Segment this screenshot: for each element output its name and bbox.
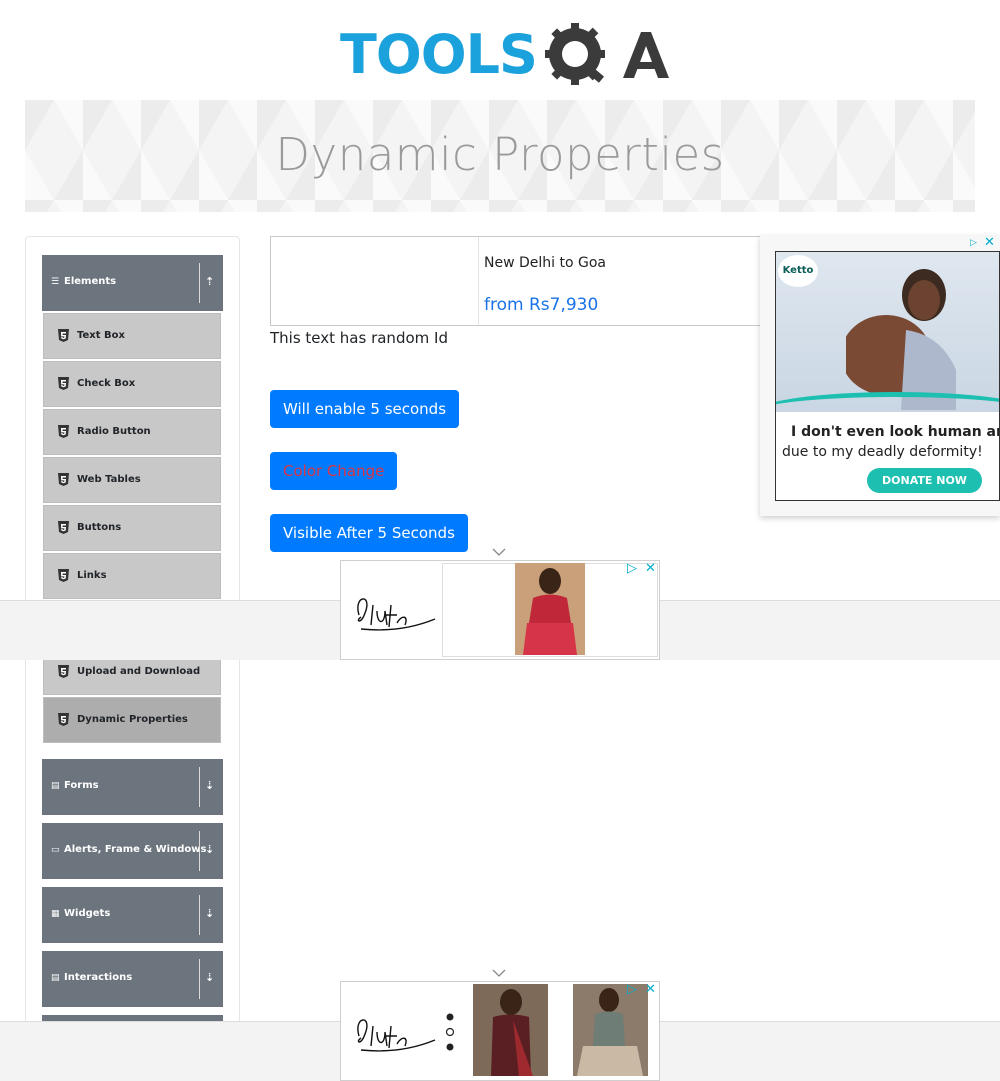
close-icon[interactable]: ✕ bbox=[984, 236, 998, 250]
flight-price: from Rs7,930 bbox=[484, 295, 599, 315]
ad-model-image bbox=[515, 563, 585, 655]
sidebar-item-links[interactable]: Links bbox=[43, 553, 221, 599]
expand-arrow-icon: ⇣ bbox=[205, 779, 215, 792]
expand-arrow-icon: ⇣ bbox=[205, 971, 215, 984]
sidebar-group-forms[interactable]: ▤ Forms ⇣ bbox=[42, 759, 223, 815]
adchoices-icon[interactable]: ▷ bbox=[627, 982, 637, 997]
ketto-logo: Ketto bbox=[778, 255, 818, 287]
ad-subheadline: due to my deadly deformity! bbox=[782, 444, 983, 460]
brand-signature-logo bbox=[357, 1019, 436, 1052]
ad-creative[interactable]: Ketto I don't even look human an due to … bbox=[775, 251, 1000, 501]
html5-icon bbox=[58, 425, 69, 438]
color-change-button[interactable]: Color Change bbox=[270, 452, 398, 490]
sidebar-item-label: Radio Button bbox=[77, 426, 151, 437]
carousel-dots-icon[interactable] bbox=[443, 1012, 457, 1052]
sidebar-item-web-tables[interactable]: Web Tables bbox=[43, 457, 221, 503]
sidebar-item-label: Text Box bbox=[77, 330, 125, 341]
random-id-text: This text has random Id bbox=[270, 329, 448, 347]
sticky-ad[interactable]: ▷ ✕ bbox=[340, 560, 660, 660]
sidebar-item-label: Buttons bbox=[77, 522, 122, 533]
ad-model-image bbox=[573, 984, 648, 1076]
flight-ad[interactable]: New Delhi to Goa from Rs7,930 bbox=[270, 236, 770, 326]
sidebar-item-buttons[interactable]: Buttons bbox=[43, 505, 221, 551]
toolsqa-logo[interactable]: TOOLS bbox=[340, 20, 670, 92]
html5-icon bbox=[58, 665, 69, 678]
ad-headline: I don't even look human an bbox=[791, 424, 1000, 440]
logo-gear-qa bbox=[545, 23, 669, 85]
ad-model-image bbox=[473, 984, 548, 1076]
sidebar-group-label: Alerts, Frame & Windows bbox=[64, 844, 207, 855]
sidebar-item-label: Dynamic Properties bbox=[77, 714, 188, 725]
enable-after-button[interactable]: Will enable 5 seconds bbox=[270, 390, 460, 428]
expand-arrow-icon: ⇣ bbox=[205, 907, 215, 920]
sidebar-item-text-box[interactable]: Text Box bbox=[43, 313, 221, 359]
window-icon: ▭ bbox=[51, 845, 60, 855]
close-icon[interactable]: ✕ bbox=[645, 982, 656, 997]
sidebar-item-dynamic-properties[interactable]: Dynamic Properties bbox=[43, 697, 221, 743]
collapse-arrow-icon: ⇡ bbox=[205, 275, 215, 288]
flight-route: New Delhi to Goa bbox=[484, 255, 606, 271]
sidebar-group-label: Interactions bbox=[64, 972, 133, 983]
page-title: Dynamic Properties bbox=[275, 128, 725, 181]
sidebar-item-label: Check Box bbox=[77, 378, 136, 389]
visible-after-button[interactable]: Visible After 5 Seconds bbox=[270, 514, 468, 552]
sidebar-group-label: Forms bbox=[64, 780, 99, 791]
sidebar-group-widgets[interactable]: ▦ Widgets ⇣ bbox=[42, 887, 223, 943]
ad-person-image bbox=[846, 269, 956, 410]
html5-icon bbox=[58, 569, 69, 582]
sidebar-item-label: Upload and Download bbox=[77, 666, 201, 677]
sidebar-item-check-box[interactable]: Check Box bbox=[43, 361, 221, 407]
sidebar-item-label: Links bbox=[77, 570, 107, 581]
close-icon[interactable]: ✕ bbox=[645, 561, 656, 576]
html5-icon bbox=[58, 521, 69, 534]
sticky-ad[interactable]: ▷ ✕ bbox=[340, 981, 660, 1081]
page-banner: Dynamic Properties bbox=[25, 100, 975, 212]
adchoices-icon[interactable]: ▷ bbox=[970, 238, 982, 250]
logo-text: TOOLS bbox=[340, 23, 538, 86]
list-icon: ▤ bbox=[51, 973, 60, 983]
brand-signature-logo bbox=[357, 598, 436, 631]
sidebar-group-label: Elements bbox=[64, 276, 117, 287]
sidebar-group-label: Widgets bbox=[64, 908, 111, 919]
chevron-down-icon[interactable] bbox=[492, 548, 506, 556]
right-ad[interactable]: Ketto I don't even look human an due to … bbox=[760, 236, 1000, 516]
sidebar-item-radio-button[interactable]: Radio Button bbox=[43, 409, 221, 455]
html5-icon bbox=[58, 713, 69, 726]
expand-arrow-icon: ⇣ bbox=[205, 843, 215, 856]
sidebar-group-interactions[interactable]: ▤ Interactions ⇣ bbox=[42, 951, 223, 1007]
html5-icon bbox=[58, 329, 69, 342]
sidebar-group-alerts[interactable]: ▭ Alerts, Frame & Windows ⇣ bbox=[42, 823, 223, 879]
html5-icon bbox=[58, 473, 69, 486]
grid-icon: ▦ bbox=[51, 909, 60, 919]
sidebar-group-elements[interactable]: ☰ Elements ⇡ bbox=[42, 255, 223, 311]
form-icon: ▤ bbox=[51, 781, 60, 791]
adchoices-icon[interactable]: ▷ bbox=[627, 561, 637, 576]
hamburger-icon: ☰ bbox=[51, 277, 60, 287]
chevron-down-icon[interactable] bbox=[492, 969, 506, 977]
sidebar-item-label: Web Tables bbox=[77, 474, 141, 485]
donate-now-button[interactable]: DONATE NOW bbox=[867, 468, 982, 493]
html5-icon bbox=[58, 377, 69, 390]
